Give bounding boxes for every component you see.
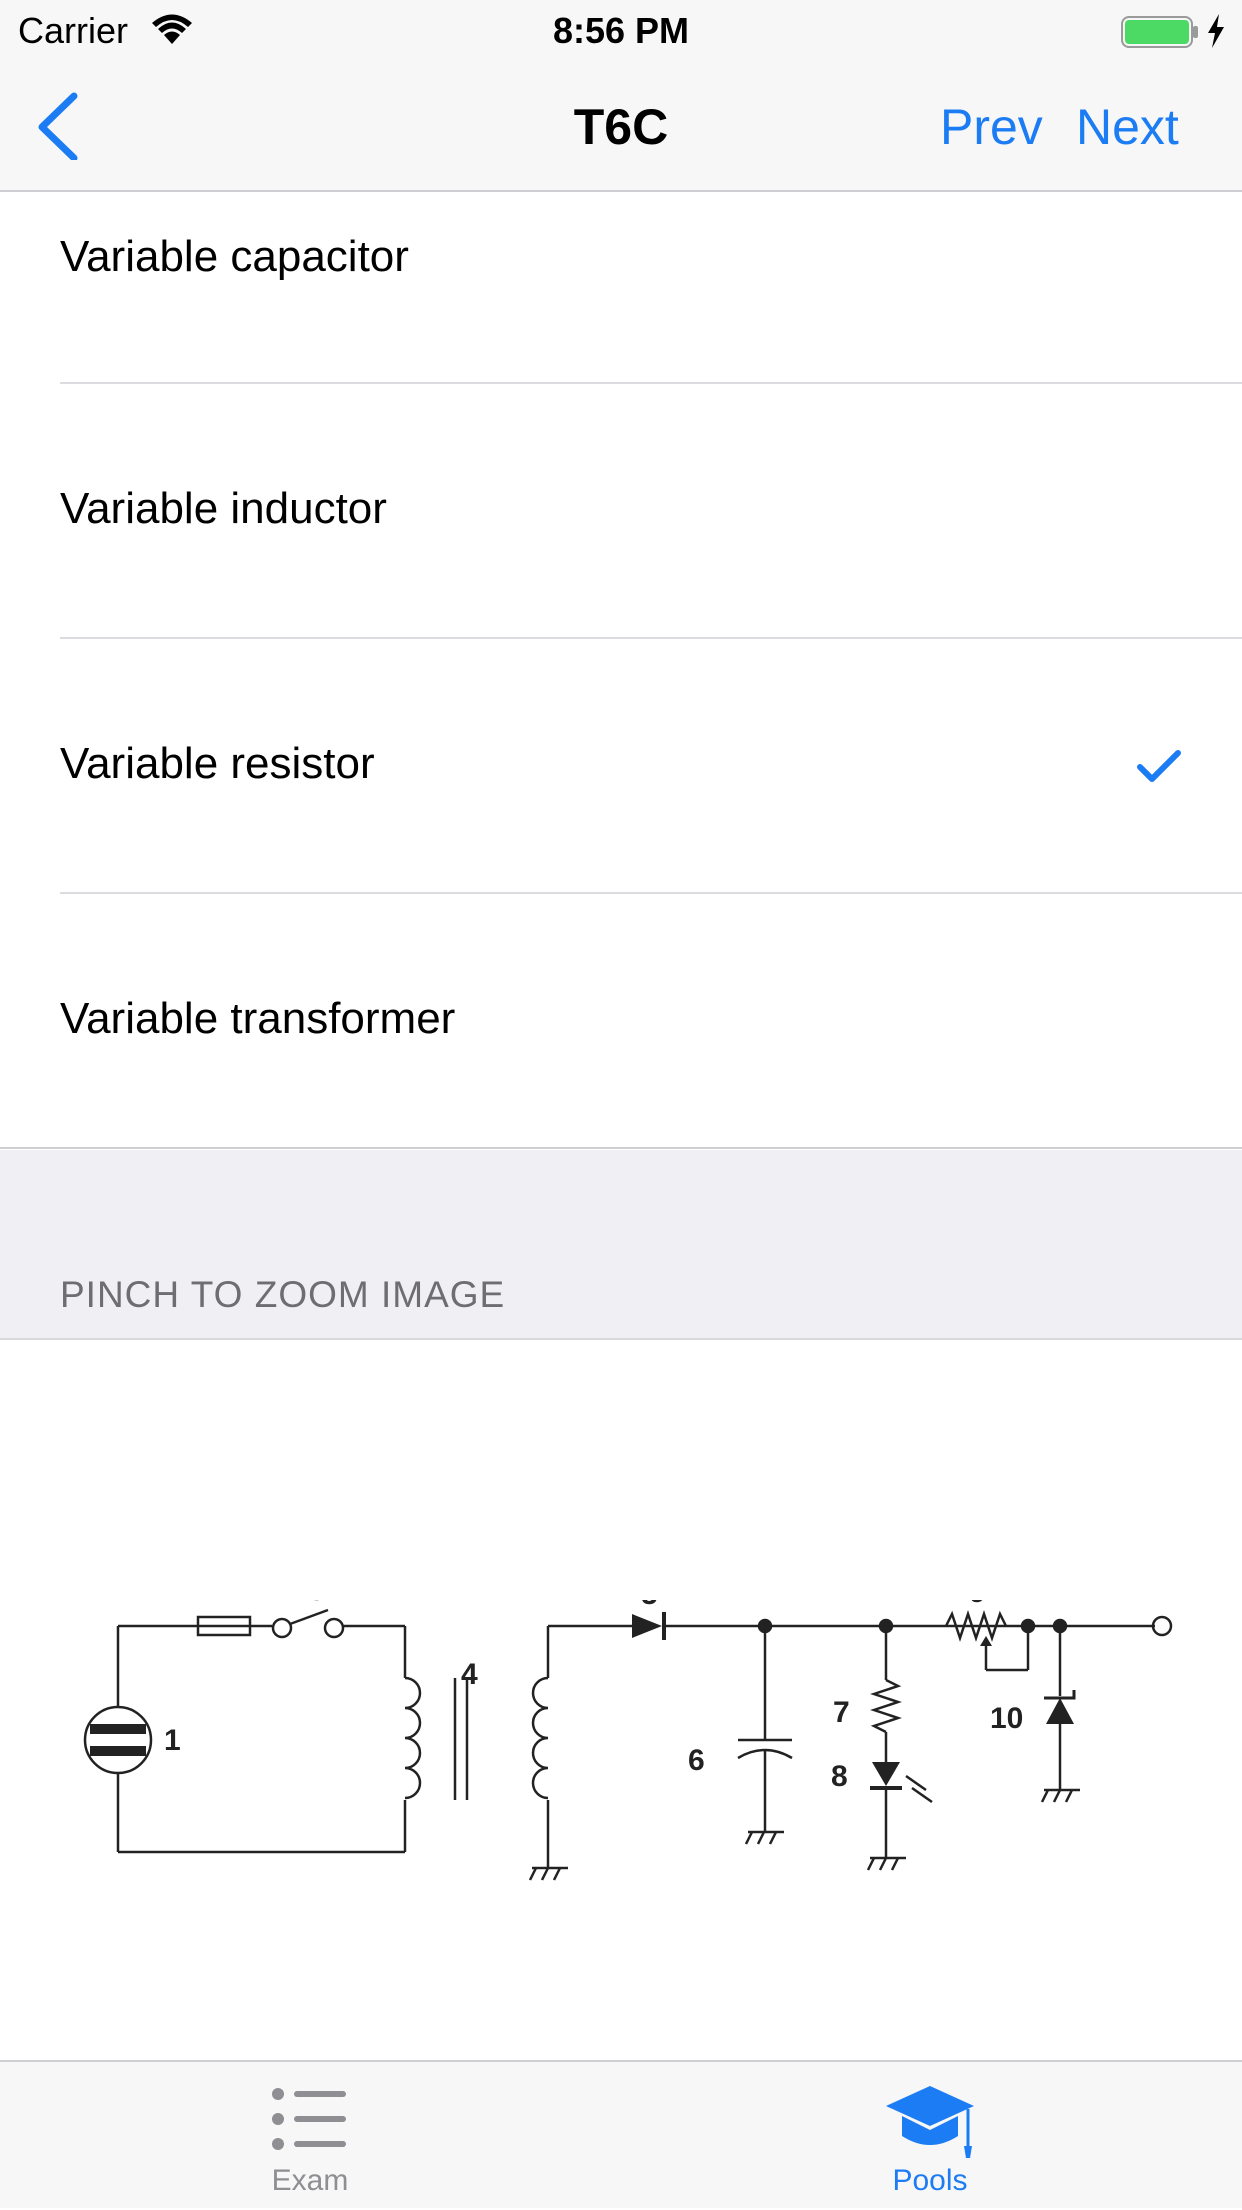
answer-label: Variable capacitor <box>60 232 409 281</box>
circuit-schematic: 1 2 3 4 5 6 7 8 9 10 <box>83 1600 1173 1881</box>
battery-icon <box>1121 16 1198 48</box>
charging-bolt-icon <box>1208 14 1224 48</box>
answer-label: Variable resistor <box>60 739 375 788</box>
graduation-cap-icon <box>886 2086 974 2158</box>
zoomable-image[interactable]: 1 2 3 4 5 6 7 8 9 10 <box>0 1340 1242 2060</box>
next-button[interactable]: Next <box>1076 98 1179 156</box>
image-section-header: PINCH TO ZOOM IMAGE <box>0 1150 1242 1340</box>
prev-button[interactable]: Prev <box>940 98 1043 156</box>
schematic-label: 10 <box>990 1702 1023 1735</box>
component-8 <box>872 1762 900 1786</box>
status-bar: Carrier 8:56 PM <box>0 0 1242 60</box>
answer-list: Variable capacitor Variable inductor Var… <box>0 192 1242 1149</box>
schematic-label: 2 <box>216 1600 233 1607</box>
tab-pools[interactable]: Pools <box>830 2062 1030 2210</box>
schematic-label: 8 <box>831 1760 848 1793</box>
tab-label: Exam <box>271 2164 349 2197</box>
schematic-label: 3 <box>308 1600 325 1607</box>
component-4 <box>404 1676 422 1800</box>
schematic-label: 7 <box>833 1696 850 1729</box>
component-10 <box>1046 1698 1074 1724</box>
list-icon <box>272 2088 346 2150</box>
answer-option[interactable]: Variable transformer <box>0 894 1242 1149</box>
section-title: PINCH TO ZOOM IMAGE <box>60 1274 506 1315</box>
answer-option[interactable]: Variable capacitor <box>0 192 1242 384</box>
answer-label: Variable inductor <box>60 484 387 533</box>
page-title: T6C <box>573 99 669 155</box>
navigation-bar: T6C Prev Next <box>0 60 1242 192</box>
answer-option[interactable]: Variable inductor <box>0 384 1242 639</box>
component-3 <box>271 1617 293 1639</box>
schematic-label: 4 <box>461 1658 478 1691</box>
schematic-label: 1 <box>164 1724 181 1757</box>
tab-label: Pools <box>892 2164 968 2197</box>
tab-exam[interactable]: Exam <box>210 2062 410 2210</box>
schematic-label: 9 <box>969 1600 986 1609</box>
answer-option-selected[interactable]: Variable resistor <box>0 639 1242 894</box>
clock: 8:56 PM <box>552 10 690 51</box>
row-divider <box>0 1147 1242 1149</box>
component-1 <box>83 1705 153 1775</box>
component-7 <box>870 1678 902 1734</box>
answer-label: Variable transformer <box>60 994 456 1043</box>
schematic-label: 5 <box>641 1600 658 1611</box>
component-5 <box>632 1614 662 1638</box>
checkmark-icon <box>1137 750 1181 782</box>
schematic-label: 6 <box>688 1744 705 1777</box>
tab-bar: Exam Pools <box>0 2060 1242 2208</box>
